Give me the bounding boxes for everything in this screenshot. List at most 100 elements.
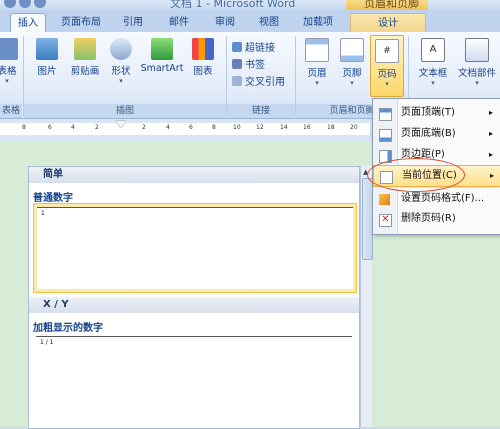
submenu-arrow-icon: ▸	[488, 108, 493, 117]
gallery-item-caption: 普通数字	[33, 193, 73, 204]
shapes-button-label: 形状	[111, 66, 131, 77]
horizontal-ruler[interactable]: 8 6 4 2 2 4 6 8 10 12 14 16 18 20	[0, 119, 370, 142]
gallery-item-preview: 1	[37, 207, 353, 289]
footer-button-label: 页脚	[342, 68, 362, 79]
save-icon[interactable]	[19, 0, 31, 8]
ruler-label: 2	[95, 124, 99, 131]
clipart-button-label: 剪贴画	[70, 66, 100, 77]
dropdown-arrow-icon: ▾	[5, 77, 9, 85]
bookmark-label: 书签	[245, 60, 265, 71]
tab-review[interactable]: 审阅	[210, 13, 240, 32]
picture-button-label: 图片	[37, 66, 57, 77]
chart-button[interactable]: 图表	[188, 38, 218, 77]
context-tab-header: 页眉和页脚工具	[346, 0, 428, 10]
annotation-ellipse	[367, 158, 465, 192]
tab-insert[interactable]: 插入	[10, 13, 46, 33]
group-label-links: 链接	[227, 104, 295, 118]
remove-page-number-icon: ✕	[379, 214, 392, 227]
gallery-item-caption: 加粗显示的数字	[33, 323, 103, 334]
chart-icon	[192, 38, 214, 60]
dropdown-arrow-icon: ▾	[385, 80, 389, 88]
format-page-number-icon	[379, 194, 390, 205]
cross-reference-button[interactable]: 交叉引用	[232, 73, 285, 88]
gallery-item-bold-number[interactable]: 1 / 1	[33, 333, 355, 425]
bookmark-button[interactable]: 书签	[232, 56, 265, 71]
hyperlink-icon	[232, 42, 242, 52]
table-icon	[0, 38, 18, 60]
footer-button[interactable]: 页脚 ▾	[336, 38, 368, 87]
tab-references[interactable]: 引用	[118, 13, 148, 32]
ruler-label: 6	[48, 124, 52, 131]
menu-item-label: 页面底端(B)	[401, 128, 456, 139]
menu-item-remove-page-numbers[interactable]: ✕ 删除页码(R)	[373, 209, 500, 229]
tab-addins[interactable]: 加载项	[298, 13, 338, 32]
menu-item-label: 设置页码格式(F)...	[401, 193, 485, 204]
shapes-button[interactable]: 形状 ▾	[106, 38, 136, 85]
group-label-tables: 表格	[0, 104, 22, 118]
clipart-button[interactable]: 剪贴画	[66, 38, 104, 77]
gallery-item-plain-number[interactable]: 1	[33, 203, 357, 293]
table-button[interactable]: 表格 ▾	[0, 38, 20, 85]
tab-page-layout[interactable]: 页面布局	[56, 13, 106, 32]
bookmark-icon	[232, 59, 242, 69]
indent-marker[interactable]	[116, 121, 126, 128]
hyperlink-label: 超链接	[245, 43, 275, 54]
quick-parts-button-label: 文档部件	[457, 68, 496, 79]
tab-mailings[interactable]: 邮件	[164, 13, 194, 32]
title-bar: 文档 1 - Microsoft Word 页眉和页脚工具	[0, 0, 500, 10]
menu-item-label: 页面顶端(T)	[401, 107, 455, 118]
page-number-gallery[interactable]: 简单 普通数字 1 X / Y 加粗显示的数字 1 / 1	[28, 166, 360, 429]
submenu-arrow-icon: ▸	[488, 150, 493, 159]
preview-page-number: 1 / 1	[40, 339, 54, 346]
textbox-button-label: 文本框	[418, 68, 448, 79]
picture-button[interactable]: 图片	[30, 38, 64, 77]
context-tab-label: 页眉和页脚工具	[364, 0, 419, 10]
dropdown-arrow-icon: ▾	[431, 79, 435, 87]
menu-item-top-of-page[interactable]: 页面顶端(T) ▸	[373, 103, 500, 123]
ruler-label: 4	[166, 124, 170, 131]
quick-parts-icon	[465, 38, 489, 62]
hyperlink-button[interactable]: 超链接	[232, 39, 275, 54]
ruler-label: 16	[303, 124, 311, 131]
page-top-icon	[379, 108, 392, 121]
quick-access-toolbar[interactable]	[4, 0, 49, 10]
preview-page-number: 1	[41, 210, 45, 217]
ribbon-tab-strip: 插入 页面布局 引用 邮件 审阅 视图 加载项 设计	[0, 10, 500, 33]
menu-item-format-page-numbers[interactable]: 设置页码格式(F)...	[373, 189, 500, 209]
dropdown-arrow-icon: ▾	[315, 79, 319, 87]
dropdown-arrow-icon: ▾	[350, 79, 354, 87]
smartart-button[interactable]: SmartArt	[138, 38, 186, 74]
ruler-label: 18	[327, 124, 335, 131]
window-title: 文档 1 - Microsoft Word	[170, 0, 296, 10]
ruler-label: 6	[189, 124, 193, 131]
tab-design[interactable]: 设计	[350, 13, 426, 33]
page-bottom-icon	[379, 129, 392, 142]
page-number-icon: #	[375, 39, 399, 63]
ruler-label: 8	[212, 124, 216, 131]
tab-view[interactable]: 视图	[254, 13, 284, 32]
textbox-button[interactable]: A 文本框 ▾	[414, 38, 452, 87]
quick-parts-button[interactable]: 文档部件 ▾	[454, 38, 500, 87]
group-label-illustrations: 插图	[24, 104, 226, 118]
clipart-icon	[74, 38, 96, 60]
ruler-label: 12	[256, 124, 264, 131]
gallery-section-header: 简单	[29, 167, 359, 183]
gallery-section-title: X / Y	[43, 299, 69, 310]
header-button[interactable]: 页眉 ▾	[300, 38, 334, 87]
textbox-icon: A	[421, 38, 445, 62]
ruler-strip	[0, 123, 370, 135]
undo-icon[interactable]	[34, 0, 46, 8]
page-number-button-label: 页码	[377, 69, 397, 80]
submenu-arrow-icon: ▸	[489, 171, 494, 180]
submenu-arrow-icon: ▸	[488, 129, 493, 138]
header-icon	[305, 38, 329, 62]
smartart-icon	[151, 38, 173, 60]
footer-icon	[340, 38, 364, 62]
office-button-icon[interactable]	[4, 0, 16, 8]
gallery-scrollbar[interactable]: ▲	[360, 166, 373, 427]
cross-reference-icon	[232, 76, 242, 86]
page-number-button[interactable]: # 页码 ▾	[370, 35, 404, 97]
menu-item-bottom-of-page[interactable]: 页面底端(B) ▸	[373, 124, 500, 144]
header-button-label: 页眉	[307, 68, 327, 79]
gallery-section-header: X / Y	[29, 297, 359, 313]
